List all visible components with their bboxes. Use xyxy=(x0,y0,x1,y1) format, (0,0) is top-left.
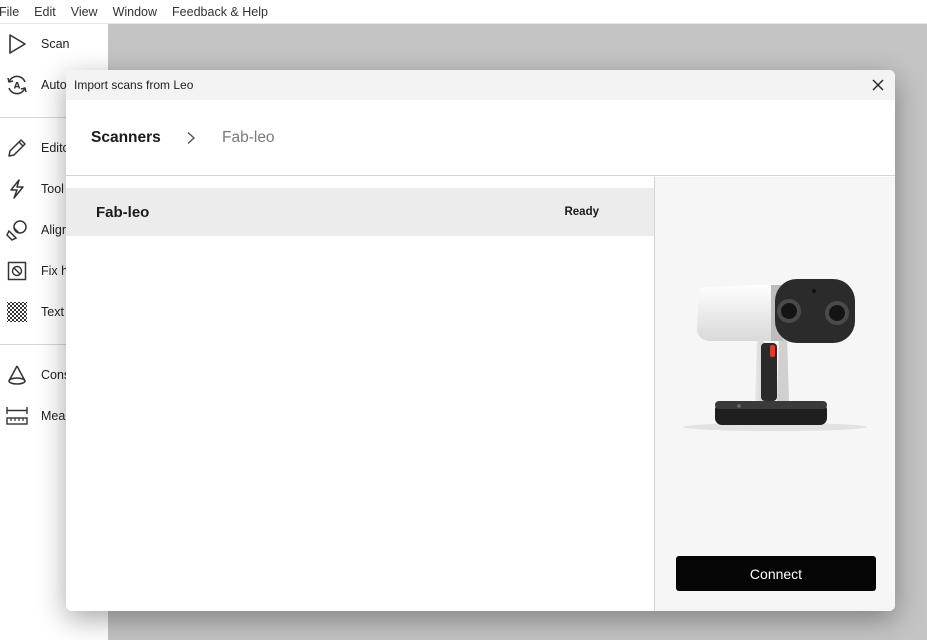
menu-file[interactable]: File xyxy=(0,0,19,24)
scanner-name: Fab-leo xyxy=(96,204,150,221)
pencil-icon xyxy=(5,136,29,160)
svg-text:A: A xyxy=(14,82,21,92)
fix-holes-icon xyxy=(5,259,29,283)
play-icon xyxy=(5,32,29,56)
breadcrumb-scanners[interactable]: Scanners xyxy=(91,129,161,147)
sidebar-item-scan[interactable]: Scan xyxy=(0,26,108,62)
import-dialog: Import scans from Leo Scanners Fab-leo F… xyxy=(66,70,895,611)
lightning-icon xyxy=(5,177,29,201)
scanner-status: Ready xyxy=(564,206,599,218)
auto-icon: A xyxy=(5,73,29,97)
dialog-titlebar: Import scans from Leo xyxy=(66,70,895,100)
scanner-row[interactable]: Fab-leo Ready xyxy=(66,188,654,236)
scanner-preview: Connect xyxy=(654,177,895,611)
menu-window[interactable]: Window xyxy=(113,0,157,24)
menu-view[interactable]: View xyxy=(71,0,98,24)
sidebar-item-label: Tool xyxy=(41,182,64,196)
scanner-list: Fab-leo Ready xyxy=(66,177,654,611)
sidebar-item-label: Text xyxy=(41,305,64,319)
sidebar-item-label: Mea xyxy=(41,409,66,423)
align-icon xyxy=(5,218,29,242)
sidebar-item-label: Align xyxy=(41,223,69,237)
scanner-image xyxy=(675,277,875,437)
chevron-right-icon xyxy=(184,129,198,147)
sidebar-item-label: Auto xyxy=(41,78,67,92)
cone-icon xyxy=(5,363,29,387)
menu-feedback-help[interactable]: Feedback & Help xyxy=(172,0,268,24)
close-icon[interactable] xyxy=(867,74,889,96)
menu-edit[interactable]: Edit xyxy=(34,0,56,24)
sidebar-item-label: Fix h xyxy=(41,264,69,278)
texture-icon xyxy=(5,300,29,324)
sidebar-divider xyxy=(0,117,66,118)
dialog-title: Import scans from Leo xyxy=(74,78,194,92)
menu-bar: File Edit View Window Feedback & Help xyxy=(0,0,927,24)
breadcrumb-current: Fab-leo xyxy=(222,129,275,146)
breadcrumb: Scanners Fab-leo xyxy=(66,100,895,176)
sidebar-divider xyxy=(0,344,66,345)
ruler-icon xyxy=(5,404,29,428)
connect-button[interactable]: Connect xyxy=(676,556,876,591)
sidebar-item-label: Scan xyxy=(41,37,70,51)
